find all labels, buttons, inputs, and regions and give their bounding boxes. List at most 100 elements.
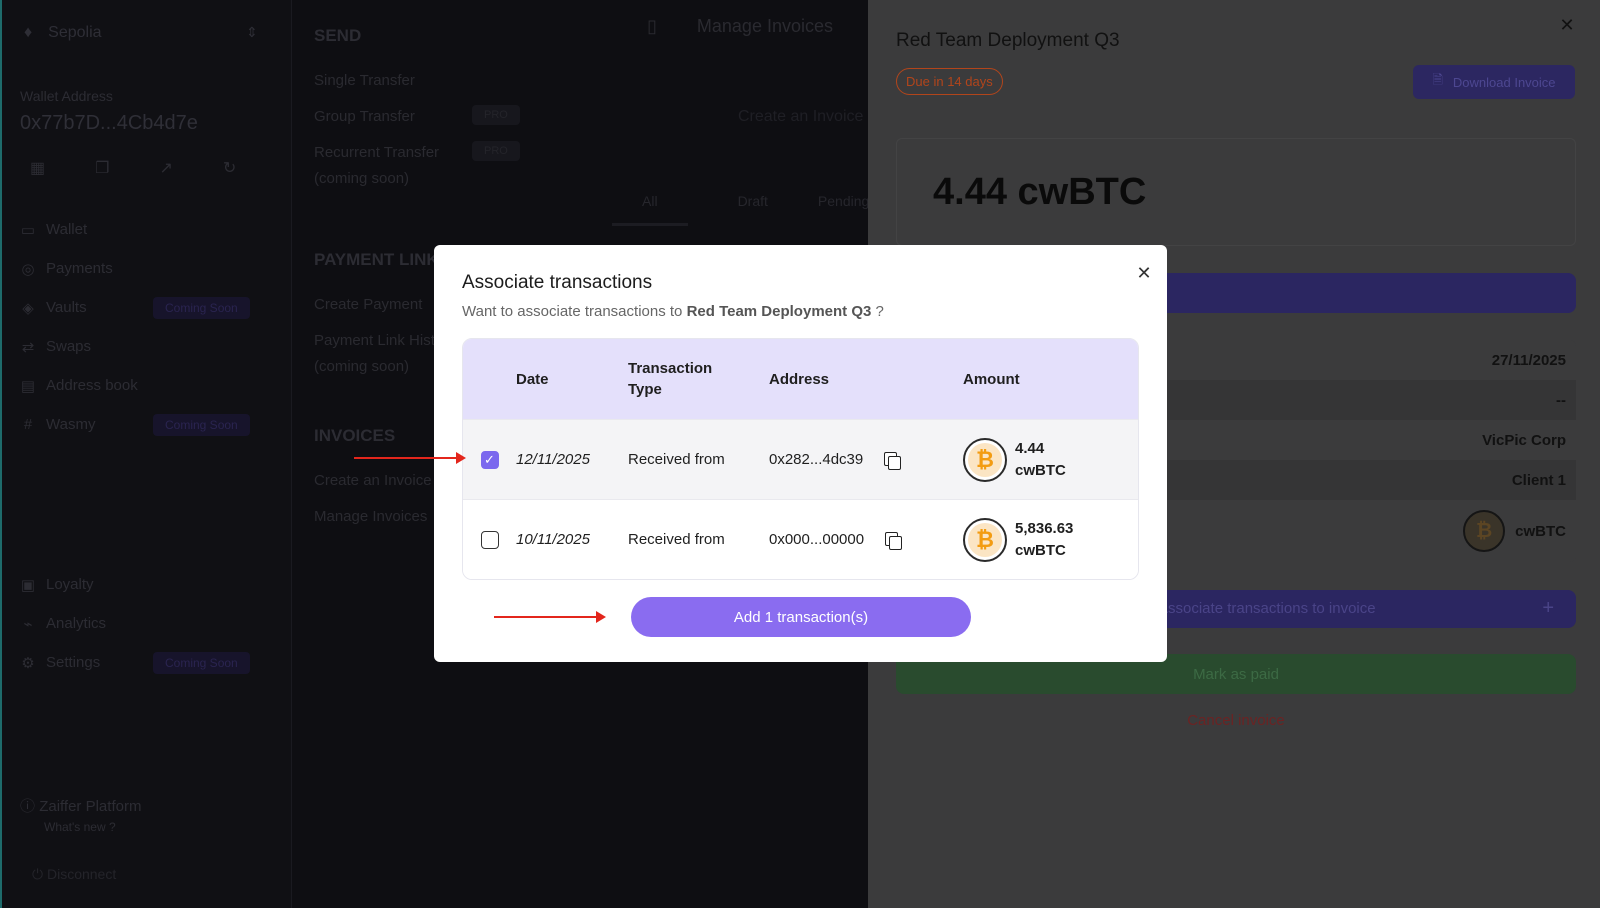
menu-label: Group Transfer	[314, 108, 415, 125]
platform-link[interactable]: ⓘ Zaiffer Platform What's new ?	[20, 795, 141, 834]
tx-amount-cell: ₿ 4.44 cwBTC	[963, 437, 1138, 482]
sidebar-item-analytics[interactable]: ⌁ Analytics	[20, 604, 282, 643]
token-label: cwBTC	[1515, 522, 1566, 540]
wallet-label: Wallet Address	[20, 88, 113, 104]
sidebar-item-label: Wasmy	[46, 416, 96, 433]
detail-value: Client 1	[1511, 471, 1566, 489]
column-date: Date	[516, 370, 549, 388]
menu-label: Create an Invoice	[314, 472, 432, 489]
tab-draft[interactable]: Draft	[738, 193, 768, 226]
sidebar-toggle-icon[interactable]: ▯	[647, 16, 657, 36]
platform-title: Zaiffer Platform	[39, 798, 142, 815]
amount-token: cwBTC	[1015, 461, 1066, 479]
sidebar-item-payments[interactable]: ◎ Payments	[20, 249, 282, 288]
wallet-actions: ▦ ❐ ↗ ↻	[30, 158, 236, 178]
platform-subtitle: What's new ?	[44, 820, 116, 834]
row-checkbox[interactable]	[480, 530, 499, 549]
vaults-icon: ◈	[22, 299, 34, 317]
menu-label: Create Payment	[314, 296, 423, 313]
sidebar-item-vaults[interactable]: ◈ Vaults Coming Soon	[20, 288, 282, 327]
tx-address-cell: 0x000...00000	[769, 531, 963, 550]
close-icon[interactable]: ✕	[1556, 14, 1578, 36]
tx-type: Received from	[628, 451, 725, 468]
invoice-title: Red Team Deployment Q3	[896, 30, 1120, 51]
detail-value: 27/11/2025	[1491, 351, 1566, 369]
tx-address-cell: 0x282...4dc39	[769, 451, 963, 470]
invoice-amount: 4.44 cwBTC	[933, 171, 1147, 213]
network-icon: ♦	[24, 24, 33, 41]
disconnect-button[interactable]: ⏻ Disconnect	[32, 866, 116, 883]
sidebar-item-wasmy[interactable]: # Wasmy Coming Soon	[20, 405, 282, 444]
network-selector[interactable]: ♦ Sepolia ⇕	[24, 24, 258, 42]
subtitle-suffix: ?	[875, 303, 884, 320]
sidebar-item-label: Address book	[46, 377, 138, 394]
associate-transactions-modal: ✕ Associate transactions Want to associa…	[434, 245, 1167, 662]
sidebar-item-label: Wallet	[46, 221, 88, 238]
download-invoice-button[interactable]: 🗎 Download Invoice	[1413, 65, 1575, 99]
sidebar-item-settings[interactable]: ⚙ Settings Coming Soon	[20, 643, 282, 682]
table-row[interactable]: 10/11/2025 Received from 0x000...00000 ₿…	[463, 499, 1138, 579]
tab-all[interactable]: All	[612, 193, 688, 226]
detail-value: VicPic Corp	[1482, 431, 1566, 449]
file-icon: 🗎	[1432, 72, 1443, 87]
menu-label: Recurrent Transfer	[314, 144, 440, 161]
sidebar-item-label: Analytics	[46, 615, 107, 632]
page-title: ▯ Manage Invoices	[647, 16, 833, 37]
wasmy-icon: #	[23, 416, 33, 433]
menu-coming-soon: (coming soon)	[314, 170, 554, 206]
table-row[interactable]: ✓ 12/11/2025 Received from 0x282...4dc39…	[463, 419, 1138, 499]
subtitle-prefix: Want to associate transactions to	[462, 303, 683, 320]
menu-recurrent-transfer[interactable]: Recurrent Transfer PRO	[314, 141, 554, 170]
disconnect-label: Disconnect	[46, 866, 117, 882]
coming-soon-badge: Coming Soon	[153, 296, 250, 319]
sidebar-item-loyalty[interactable]: ▣ Loyalty	[20, 565, 282, 604]
copy-icon[interactable]	[883, 451, 902, 470]
menu-label: Single Transfer	[314, 72, 415, 89]
bitcoin-icon: ₿	[963, 437, 1007, 482]
add-transactions-button[interactable]: Add 1 transaction(s)	[631, 597, 971, 637]
sidebar: ♦ Sepolia ⇕ Wallet Address 0x77b7D...4Cb…	[2, 0, 292, 908]
invoice-tabs: All Draft Pending	[612, 193, 869, 226]
tab-pending[interactable]: Pending	[818, 193, 869, 226]
sidebar-item-wallet[interactable]: ▭ Wallet	[20, 210, 282, 249]
menu-label: Manage Invoices	[314, 508, 428, 525]
amount-token: cwBTC	[1015, 541, 1066, 559]
sidebar-item-label: Vaults	[46, 299, 87, 316]
plus-icon: +	[1542, 597, 1554, 619]
network-name: Sepolia	[48, 24, 102, 41]
sidebar-item-label: Settings	[46, 654, 101, 671]
send-heading: SEND	[314, 26, 362, 45]
external-link-icon[interactable]: ↗	[159, 158, 172, 178]
coming-soon-badge: Coming Soon	[153, 413, 250, 436]
row-checkbox[interactable]: ✓	[480, 450, 499, 469]
menu-group-transfer[interactable]: Group Transfer PRO	[314, 105, 554, 144]
coming-soon-badge: Coming Soon	[153, 651, 250, 674]
qr-icon[interactable]: ▦	[30, 158, 45, 178]
refresh-icon[interactable]: ↻	[223, 158, 236, 178]
menu-single-transfer[interactable]: Single Transfer	[314, 72, 554, 108]
sidebar-item-address-book[interactable]: ▤ Address book	[20, 366, 282, 405]
modal-title: Associate transactions	[462, 272, 653, 293]
due-badge: Due in 14 days	[896, 68, 1003, 95]
loyalty-icon: ▣	[20, 576, 36, 594]
copy-icon[interactable]: ❐	[95, 158, 109, 178]
subtitle-invoice-name: Red Team Deployment Q3	[686, 303, 872, 320]
tx-address: 0x282...4dc39	[769, 451, 864, 468]
tx-date: 10/11/2025	[516, 531, 590, 548]
column-address: Address	[769, 370, 830, 388]
sidebar-item-label: Swaps	[46, 338, 92, 355]
close-icon[interactable]: ✕	[1134, 263, 1154, 283]
tx-amount: 4.44 cwBTC	[1015, 438, 1066, 482]
logout-icon: ⏻	[32, 866, 44, 882]
sidebar-item-label: Payments	[46, 260, 113, 277]
pro-badge: PRO	[472, 141, 520, 161]
create-invoice-button[interactable]: Create an Invoice	[738, 108, 863, 126]
cancel-invoice-link[interactable]: Cancel invoice	[896, 712, 1576, 729]
sidebar-item-swaps[interactable]: ⇄ Swaps	[20, 327, 282, 366]
sidebar-nav-bottom: ▣ Loyalty ⌁ Analytics ⚙ Settings Coming Soon	[20, 565, 282, 682]
copy-icon[interactable]	[884, 531, 903, 550]
sidebar-item-label: Loyalty	[46, 576, 94, 593]
transactions-table: Date Transaction Type Address Amount ✓ 1…	[462, 338, 1139, 580]
address-book-icon: ▤	[20, 377, 36, 395]
tx-type: Received from	[628, 531, 725, 548]
